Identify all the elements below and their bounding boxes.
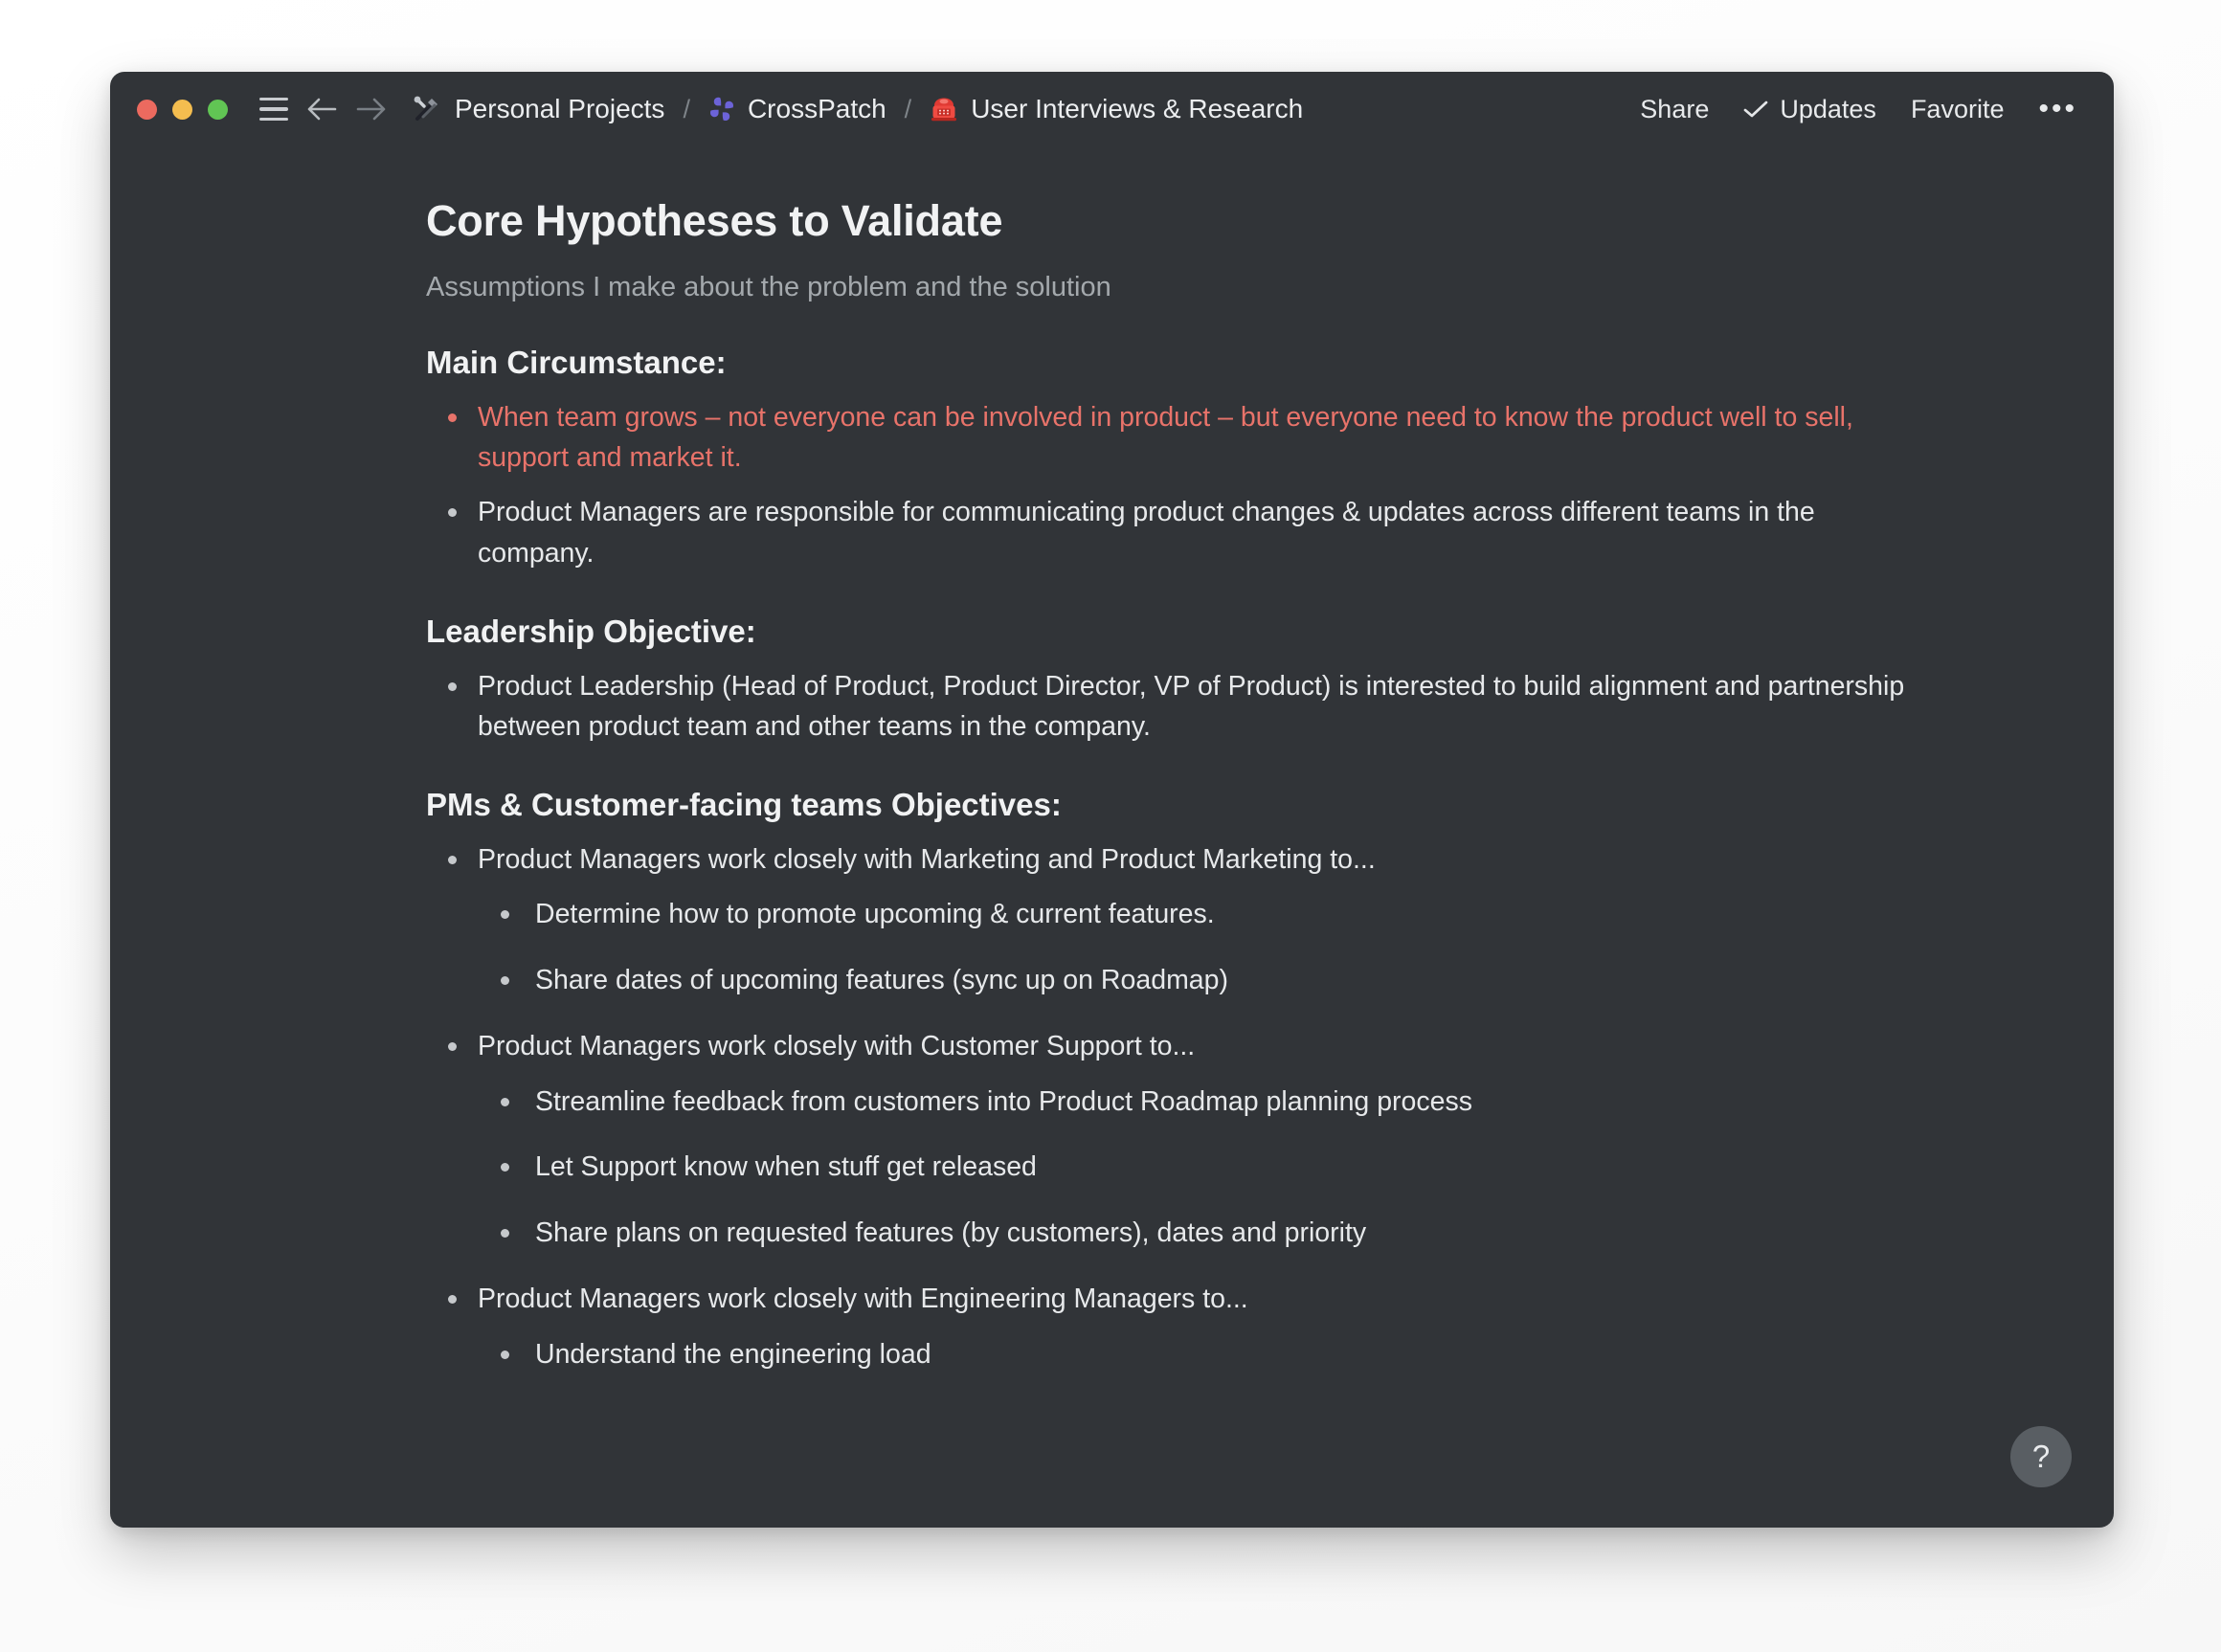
- wrench-hammer-icon: [412, 94, 442, 124]
- breadcrumb: Personal Projects / CrossPatch / User In…: [406, 90, 1309, 128]
- breadcrumb-label: CrossPatch: [747, 94, 886, 123]
- close-window-button[interactable]: [137, 99, 157, 120]
- arrow-right-icon: [356, 98, 386, 121]
- updates-label: Updates: [1780, 94, 1876, 123]
- share-button[interactable]: Share: [1640, 95, 1709, 124]
- share-label: Share: [1640, 94, 1710, 123]
- bullet-list: Product Managers work closely with Marke…: [426, 839, 1919, 1374]
- check-icon: [1744, 100, 1768, 118]
- sub-list-item[interactable]: Share plans on requested features (by cu…: [478, 1214, 1919, 1254]
- menu-button[interactable]: [253, 88, 295, 130]
- list-item-label: Product Managers work closely with Engin…: [478, 1284, 1248, 1315]
- list-item[interactable]: Product Managers are responsible for com…: [426, 492, 1919, 572]
- ellipsis-icon: •••: [2038, 93, 2077, 124]
- window-titlebar: Personal Projects / CrossPatch / User In…: [110, 72, 2114, 146]
- list-item[interactable]: Product Managers work closely with Custo…: [426, 1026, 1919, 1253]
- bullet-list: When team grows – not everyone can be in…: [426, 397, 1919, 573]
- section-main-circumstance: Main Circumstance: When team grows – not…: [426, 345, 1919, 573]
- sub-list-item[interactable]: Let Support know when stuff get released: [478, 1148, 1919, 1188]
- hamburger-icon: [259, 97, 288, 122]
- list-item-label: Product Managers work closely with Marke…: [478, 844, 1376, 876]
- list-item-label: Product Managers work closely with Custo…: [478, 1031, 1196, 1062]
- sub-list-item[interactable]: Determine how to promote upcoming & curr…: [478, 895, 1919, 935]
- document-content: Core Hypotheses to Validate Assumptions …: [426, 196, 1919, 1374]
- section-heading: Leadership Objective:: [426, 613, 756, 649]
- page-title: Core Hypotheses to Validate: [426, 196, 1003, 245]
- list-item[interactable]: When team grows – not everyone can be in…: [426, 397, 1919, 478]
- more-options-button[interactable]: •••: [2038, 95, 2077, 123]
- sub-list-item[interactable]: Share dates of upcoming features (sync u…: [478, 961, 1919, 1001]
- document-scroll-area[interactable]: Core Hypotheses to Validate Assumptions …: [110, 146, 2114, 1528]
- maximize-window-button[interactable]: [208, 99, 228, 120]
- list-item[interactable]: Product Managers work closely with Engin…: [426, 1279, 1919, 1374]
- breadcrumb-label: User Interviews & Research: [971, 94, 1304, 123]
- arrow-left-icon: [307, 98, 337, 121]
- list-item[interactable]: Product Managers work closely with Marke…: [426, 839, 1919, 1000]
- page-subtitle: Assumptions I make about the problem and…: [426, 272, 1111, 302]
- app-window: Personal Projects / CrossPatch / User In…: [110, 72, 2114, 1528]
- telephone-icon: [930, 95, 958, 123]
- back-button[interactable]: [301, 88, 343, 130]
- section-leadership-objective: Leadership Objective: Product Leadership…: [426, 614, 1919, 747]
- section-pms-customer-facing-objectives: PMs & Customer-facing teams Objectives: …: [426, 787, 1919, 1374]
- help-button[interactable]: ?: [2010, 1426, 2072, 1487]
- favorite-label: Favorite: [1910, 94, 2005, 123]
- desktop-background: Personal Projects / CrossPatch / User In…: [0, 0, 2221, 1652]
- forward-button[interactable]: [350, 88, 393, 130]
- breadcrumb-label: Personal Projects: [455, 94, 665, 123]
- section-heading: Main Circumstance:: [426, 345, 727, 380]
- favorite-button[interactable]: Favorite: [1911, 95, 2005, 124]
- sub-list-item[interactable]: Understand the engineering load: [478, 1335, 1919, 1375]
- breadcrumb-item-user-interviews[interactable]: User Interviews & Research: [924, 90, 1309, 128]
- list-item[interactable]: Product Leadership (Head of Product, Pro…: [426, 666, 1919, 747]
- breadcrumb-separator: /: [904, 94, 912, 123]
- clover-icon: [708, 96, 735, 123]
- section-heading: PMs & Customer-facing teams Objectives:: [426, 787, 1062, 823]
- breadcrumb-separator: /: [683, 94, 690, 123]
- bullet-list: Product Leadership (Head of Product, Pro…: [426, 666, 1919, 747]
- minimize-window-button[interactable]: [172, 99, 192, 120]
- sub-bullet-list: Streamline feedback from customers into …: [478, 1083, 1919, 1254]
- navigation-arrows: [301, 88, 393, 130]
- sub-bullet-list: Determine how to promote upcoming & curr…: [478, 895, 1919, 1000]
- traffic-lights: [137, 99, 228, 120]
- breadcrumb-item-crosspatch[interactable]: CrossPatch: [703, 90, 892, 128]
- sub-list-item[interactable]: Streamline feedback from customers into …: [478, 1083, 1919, 1123]
- titlebar-actions: Share Updates Favorite •••: [1640, 95, 2077, 124]
- breadcrumb-item-personal-projects[interactable]: Personal Projects: [406, 90, 670, 128]
- updates-button[interactable]: Updates: [1743, 95, 1876, 124]
- sub-bullet-list: Understand the engineering load: [478, 1335, 1919, 1375]
